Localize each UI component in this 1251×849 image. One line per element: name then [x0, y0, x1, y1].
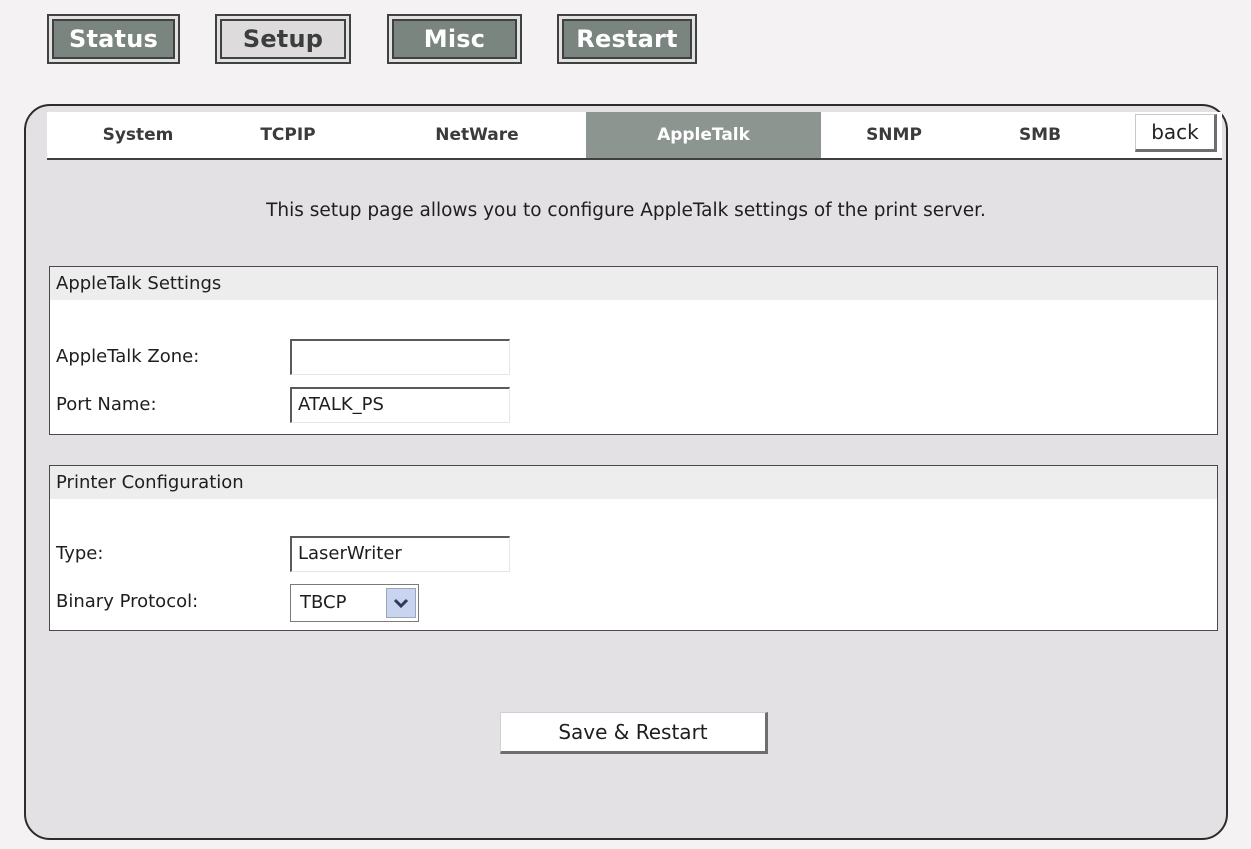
top-navigation: Status Setup Misc Restart	[47, 14, 747, 64]
binary-protocol-value: TBCP	[300, 592, 347, 613]
misc-button-label: Misc	[392, 19, 517, 59]
binary-protocol-select[interactable]: TBCP	[290, 584, 419, 622]
section-title: AppleTalk Settings	[50, 267, 1217, 300]
setup-button-label: Setup	[220, 19, 346, 59]
status-button-label: Status	[52, 19, 175, 59]
port-name-row: Port Name: ATALK_PS	[56, 387, 1206, 423]
appletalk-zone-row: AppleTalk Zone:	[56, 339, 1206, 375]
tab-appletalk[interactable]: AppleTalk	[586, 112, 821, 158]
binary-protocol-label: Binary Protocol:	[56, 591, 199, 612]
appletalk-settings-section: AppleTalk Settings AppleTalk Zone: Port …	[49, 266, 1218, 435]
tab-bar: System TCPIP NetWare AppleTalk SNMP SMB …	[47, 112, 1222, 160]
tab-tcpip[interactable]: TCPIP	[223, 112, 353, 158]
section-title: Printer Configuration	[50, 466, 1217, 499]
printer-configuration-section: Printer Configuration Type: LaserWriter …	[49, 465, 1218, 631]
binary-protocol-row: Binary Protocol: TBCP	[56, 584, 1206, 622]
port-name-input[interactable]: ATALK_PS	[290, 387, 510, 423]
restart-button-label: Restart	[562, 19, 692, 59]
appletalk-zone-input[interactable]	[290, 339, 510, 375]
type-row: Type: LaserWriter	[56, 536, 1206, 572]
type-label: Type:	[56, 543, 104, 564]
chevron-down-icon[interactable]	[386, 588, 416, 618]
setup-button[interactable]: Setup	[215, 14, 351, 64]
misc-button[interactable]: Misc	[387, 14, 522, 64]
tab-system[interactable]: System	[63, 112, 213, 158]
restart-button[interactable]: Restart	[557, 14, 697, 64]
tab-netware[interactable]: NetWare	[392, 112, 562, 158]
page-description: This setup page allows you to configure …	[266, 200, 986, 221]
type-input[interactable]: LaserWriter	[290, 536, 510, 572]
setup-panel: System TCPIP NetWare AppleTalk SNMP SMB …	[24, 104, 1228, 840]
tab-snmp[interactable]: SNMP	[834, 112, 954, 158]
tab-smb[interactable]: SMB	[990, 112, 1090, 158]
back-button[interactable]: back	[1135, 114, 1217, 152]
port-name-label: Port Name:	[56, 394, 157, 415]
save-restart-button[interactable]: Save & Restart	[500, 712, 768, 754]
status-button[interactable]: Status	[47, 14, 180, 64]
appletalk-zone-label: AppleTalk Zone:	[56, 346, 200, 367]
